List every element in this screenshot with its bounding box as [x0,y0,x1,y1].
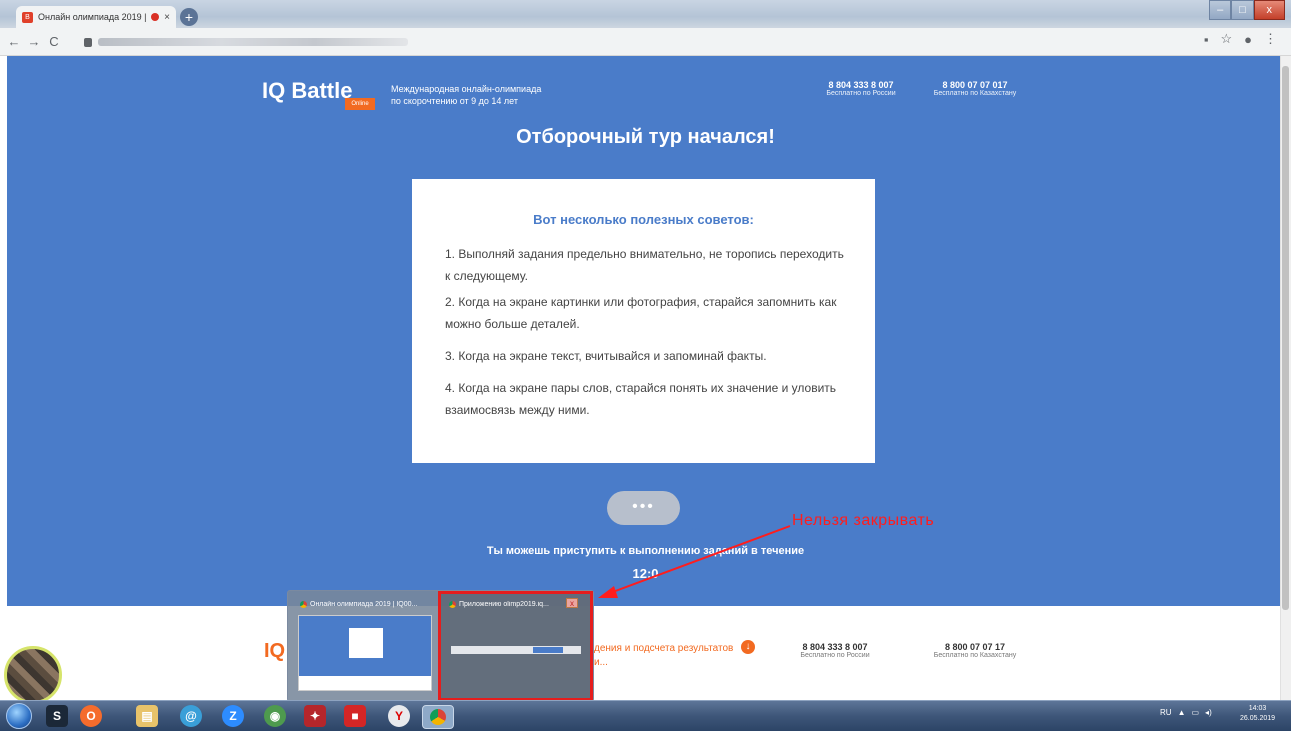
tips-title: Вот несколько полезных советов: [533,212,754,227]
footer-text[interactable]: дения и подсчета результатов и... [594,642,733,670]
phone-caption: Бесплатно по Казахстану [933,90,1017,97]
extension-icon[interactable]: ▪ [1204,32,1209,47]
thumbnail-title[interactable]: Онлайн олимпиада 2019 | IQ00... [300,601,435,608]
footer-text-line: дения и подсчета результатов [594,643,734,654]
thumbnail-title-text: Приложению olimp2019.iq... [459,601,549,608]
phone-caption: Бесплатно по Казахстану [933,652,1017,659]
language-indicator[interactable]: RU [1160,708,1172,717]
tab-favicon-icon: B [22,11,33,23]
tagline-line-1: Международная онлайн-олимпиада [391,84,542,94]
thumbnail-title: Приложению olimp2019.iq... [449,601,564,608]
steam-icon[interactable]: S [46,705,68,727]
app-icon-3[interactable]: ■ [344,705,366,727]
site-logo[interactable]: IQ Battle [262,78,352,104]
phone-caption: Бесплатно по России [826,90,896,97]
info-icon[interactable]: ↓ [741,640,755,654]
tray-arrow-icon[interactable]: ▲ [1178,708,1186,717]
clock-time: 14:03 [1248,705,1267,712]
tab-title: Онлайн олимпиада 2019 | [38,12,147,22]
thumbnail-app-button [533,647,563,653]
phone-russia: 8 804 333 8 007 Бесплатно по России [806,80,916,97]
footer-phone-russia: 8 804 333 8 007 Бесплатно по России [780,642,890,659]
chrome-icon [300,601,307,608]
annotation-label: Нельзя закрывать [792,512,935,529]
browser-tab[interactable]: B Онлайн олимпиада 2019 | × [16,6,176,28]
window-controls: – □ x [1209,0,1285,20]
new-tab-button[interactable]: + [180,8,198,26]
maximize-button[interactable]: □ [1231,0,1254,20]
explorer-icon[interactable]: ▤ [136,705,158,727]
star-icon[interactable]: ☆ [1220,31,1232,47]
chrome-icon [449,601,456,608]
phone-number: 8 804 333 8 007 [828,80,894,90]
tip-item: 3. Когда на экране текст, вчитывайся и з… [445,349,767,363]
origin-icon[interactable]: O [80,705,102,727]
taskbar-thumbnail-preview: Онлайн олимпиада 2019 | IQ00... Приложен… [287,590,594,702]
logo-badge: Online [345,98,375,110]
footer-text-line: и... [594,657,608,668]
window-close-button[interactable]: x [1253,0,1285,20]
phone-number: 8 800 07 07 017 [942,80,1008,90]
forward-icon[interactable]: → [24,34,44,49]
webcam-avatar [4,646,62,704]
thumbnail-close-button[interactable]: x [566,598,578,608]
tip-item: 2. Когда на экране картинки или фотограф… [445,295,837,331]
thumbnail-window-2-highlighted[interactable]: Приложению olimp2019.iq... x [438,591,593,701]
address-url-blurred [98,38,408,46]
browser-icon[interactable]: @ [180,705,202,727]
menu-icon[interactable]: ⋮ [1264,31,1277,47]
phone-number: 8 800 07 07 17 [944,642,1006,652]
tab-close-button[interactable]: × [164,12,170,23]
network-icon[interactable]: ▭ [1191,708,1199,717]
tips-card: Вот несколько полезных советов: 1. Выпол… [412,179,875,463]
recording-indicator-icon [151,13,160,21]
page-title: Отборочный тур начался! [516,126,775,148]
back-icon[interactable]: ← [4,34,24,49]
toolbar-right: ▪ ☆ ● ⋮ [1204,31,1277,47]
phone-number: 8 804 333 8 007 [802,642,868,652]
site-tagline: Международная онлайн-олимпиада по скороч… [391,83,541,107]
tip-item: 1. Выполняй задания предельно внимательн… [445,247,844,283]
yandex-icon[interactable]: Y [388,705,410,727]
start-button[interactable] [6,703,32,729]
phone-kazakhstan: 8 800 07 07 017 Бесплатно по Казахстану [915,80,1035,97]
phone-caption: Бесплатно по России [800,652,870,659]
app-icon[interactable]: ◉ [264,705,286,727]
system-clock[interactable]: 14:03 26.05.2019 [1240,704,1275,724]
thumbnail-window-1[interactable] [298,615,432,691]
thumbnail-title-text: Онлайн олимпиада 2019 | IQ00... [310,601,418,608]
annotation-arrow [598,525,791,598]
lock-icon [84,37,92,47]
footer-phone-kazakhstan: 8 800 07 07 17 Бесплатно по Казахстану [915,642,1035,659]
tagline-line-2: по скорочтению от 9 до 14 лет [391,96,518,106]
zoom-icon[interactable]: Z [222,705,244,727]
minimize-button[interactable]: – [1209,0,1232,20]
volume-icon[interactable]: ◂) [1205,708,1212,717]
tip-item: 4. Когда на экране пары слов, старайся п… [445,381,837,417]
thumbnail-card [349,628,383,658]
address-bar[interactable] [84,33,424,51]
profile-icon[interactable]: ● [1244,32,1252,47]
footer-logo: IQ [264,640,286,662]
chrome-icon[interactable] [422,705,454,729]
clock-date: 26.05.2019 [1240,715,1276,722]
reload-icon[interactable]: C [44,34,64,49]
app-icon-2[interactable]: ✦ [304,705,326,727]
system-tray: RU ▲ ▭ ◂) [1160,708,1212,717]
